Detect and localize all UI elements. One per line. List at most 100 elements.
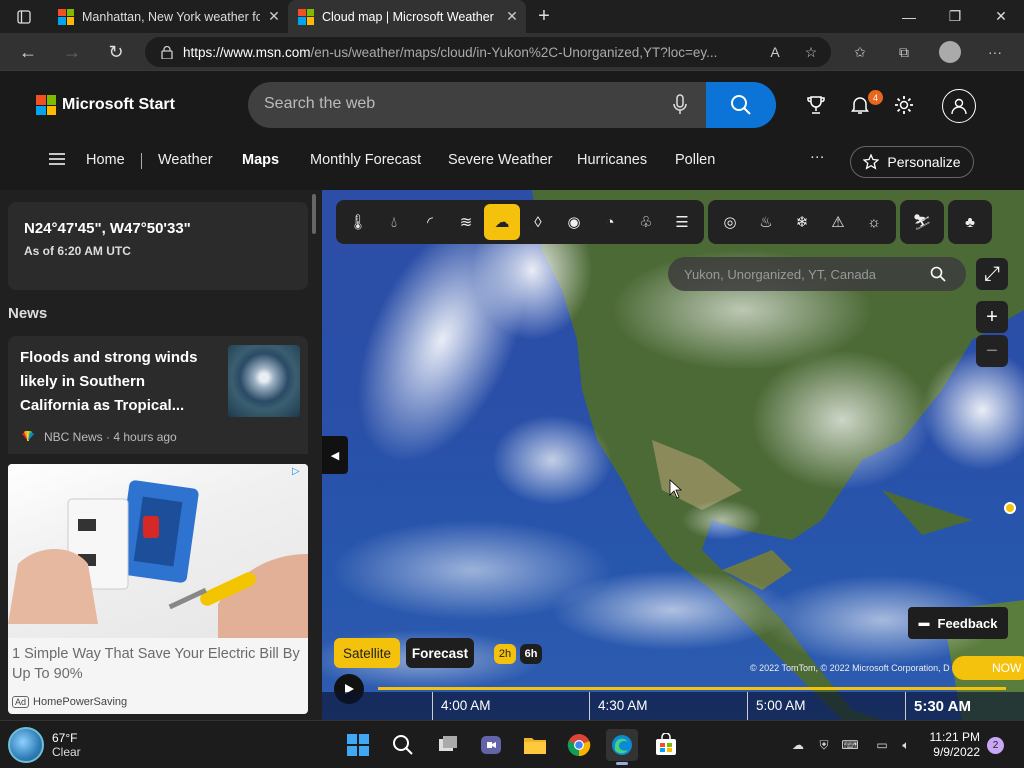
- pollen-icon[interactable]: ♧: [628, 204, 664, 240]
- security-shield-icon[interactable]: ⛨: [814, 735, 834, 755]
- visibility-icon[interactable]: ◉: [556, 204, 592, 240]
- nav-severe-weather[interactable]: Severe Weather: [448, 152, 553, 168]
- location-card[interactable]: N24°47'45", W47°50'33" As of 6:20 AM UTC: [8, 202, 308, 290]
- notification-count-badge[interactable]: 2: [987, 737, 1004, 754]
- tab-actions-icon[interactable]: [0, 0, 48, 33]
- interval-2h-button[interactable]: 2h: [494, 644, 516, 664]
- back-icon[interactable]: ←: [12, 37, 44, 67]
- maximize-icon[interactable]: ❐: [932, 0, 978, 33]
- forward-icon[interactable]: →: [56, 37, 88, 67]
- nav-maps[interactable]: Maps: [242, 152, 279, 168]
- task-view-icon[interactable]: [432, 729, 464, 761]
- start-windows-icon[interactable]: [342, 729, 374, 761]
- edge-icon[interactable]: [606, 729, 638, 765]
- time-tick[interactable]: 5:30 AM: [905, 692, 971, 720]
- radar-icon[interactable]: ◜: [412, 204, 448, 240]
- rewards-trophy-icon[interactable]: [804, 93, 828, 117]
- humidity-icon[interactable]: ◊: [520, 204, 556, 240]
- url-bar[interactable]: https://www.msn.com/en-us/weather/maps/c…: [145, 37, 831, 67]
- interval-6h-button[interactable]: 6h: [520, 644, 542, 664]
- hurricane-satellite-thumbnail[interactable]: [228, 345, 300, 417]
- zoom-out-button[interactable]: −: [976, 335, 1008, 367]
- time-tick[interactable]: 5:00 AM: [747, 692, 806, 720]
- weather-widget[interactable]: 67°F Clear: [8, 727, 81, 763]
- ad-text[interactable]: 1 Simple Way That Save Your Electric Bil…: [12, 644, 304, 684]
- fire-icon[interactable]: ♨︎: [748, 204, 784, 240]
- more-options-icon[interactable]: ···: [980, 37, 1010, 67]
- map-copyright: © 2022 TomTom, © 2022 Microsoft Corporat…: [750, 663, 950, 673]
- cloud-icon[interactable]: ☁︎: [484, 204, 520, 240]
- thermometer-icon[interactable]: 🌡︎: [340, 204, 376, 240]
- forecast-mode-button[interactable]: Forecast: [406, 638, 474, 668]
- microsoft-store-icon[interactable]: [650, 729, 682, 761]
- left-pane-scrollbar[interactable]: [312, 194, 316, 234]
- map-location-search[interactable]: Yukon, Unorganized, YT, Canada: [668, 257, 966, 291]
- teams-chat-icon[interactable]: [475, 729, 507, 761]
- hamburger-menu-icon[interactable]: [48, 152, 66, 170]
- file-explorer-icon[interactable]: [519, 729, 551, 761]
- display-icon[interactable]: ▭: [872, 735, 892, 755]
- close-window-icon[interactable]: ✕: [978, 0, 1024, 33]
- refresh-icon[interactable]: ↻: [100, 37, 132, 67]
- minimize-icon[interactable]: —: [886, 0, 932, 33]
- profile-avatar[interactable]: [935, 37, 965, 67]
- ski-icon[interactable]: ⛷︎: [904, 204, 940, 240]
- hurricane-icon[interactable]: ◎: [712, 204, 748, 240]
- system-clock[interactable]: 11:21 PM 9/9/2022: [928, 730, 980, 760]
- collapse-pane-button[interactable]: ◀: [322, 436, 348, 474]
- lock-icon[interactable]: [161, 45, 173, 59]
- volume-icon[interactable]: 🔈︎: [896, 735, 916, 755]
- new-tab-button[interactable]: +: [528, 0, 560, 33]
- collections-icon[interactable]: ⧉: [889, 37, 919, 67]
- fog-icon[interactable]: ☰: [664, 204, 700, 240]
- precipitation-icon[interactable]: 💧︎: [376, 204, 412, 240]
- advertisement-card[interactable]: ▷ 1 Simple Way That Save Your Electric B…: [8, 464, 308, 714]
- adchoices-icon[interactable]: ▷: [292, 466, 304, 478]
- search-button[interactable]: [706, 82, 776, 128]
- close-tab-icon[interactable]: ✕: [498, 8, 526, 25]
- msn-nav-bar: Home Weather Maps Monthly Forecast Sever…: [0, 143, 1024, 179]
- favorites-icon[interactable]: ✩: [845, 37, 875, 67]
- satellite-mode-button[interactable]: Satellite: [334, 638, 400, 668]
- time-tick[interactable]: 4:00 AM: [432, 692, 491, 720]
- microsoft-start-logo[interactable]: Microsoft Start: [36, 95, 175, 115]
- ad-image[interactable]: [8, 464, 308, 638]
- feedback-button[interactable]: ▬ Feedback: [908, 607, 1008, 639]
- time-tick[interactable]: 4:30 AM: [589, 692, 648, 720]
- close-tab-icon[interactable]: ✕: [260, 8, 288, 25]
- read-aloud-icon[interactable]: A: [760, 37, 790, 67]
- add-favorite-icon[interactable]: ☆: [796, 37, 826, 67]
- tab-manhattan-weather[interactable]: Manhattan, New York weather fo ✕: [48, 0, 288, 33]
- keyboard-icon[interactable]: ⌨︎: [840, 735, 860, 755]
- wind-icon[interactable]: ≋: [448, 204, 484, 240]
- web-search-box[interactable]: Search the web: [248, 82, 776, 128]
- nav-pollen[interactable]: Pollen: [675, 152, 715, 168]
- zoom-in-button[interactable]: +: [976, 301, 1008, 333]
- nav-more-button[interactable]: ···: [810, 149, 825, 165]
- news-card[interactable]: Floods and strong winds likely in Southe…: [8, 336, 308, 454]
- settings-gear-icon[interactable]: [892, 93, 916, 117]
- microsoft-logo-icon: [36, 95, 56, 115]
- tree-icon[interactable]: ♣︎: [952, 204, 988, 240]
- clock-time: 11:21 PM: [929, 730, 980, 744]
- warning-icon[interactable]: ⚠︎: [820, 204, 856, 240]
- timeline-track[interactable]: [378, 687, 1006, 690]
- news-headline[interactable]: Floods and strong winds likely in Southe…: [20, 346, 210, 418]
- onedrive-offline-icon[interactable]: ☁︎: [788, 735, 808, 755]
- nav-home[interactable]: Home: [86, 152, 125, 168]
- pressure-icon[interactable]: ◔: [592, 204, 628, 240]
- personalize-button[interactable]: Personalize: [850, 146, 974, 178]
- snow-icon[interactable]: ❄︎: [784, 204, 820, 240]
- search-icon[interactable]: [930, 266, 946, 282]
- fullscreen-expand-icon[interactable]: ⤢: [976, 258, 1008, 290]
- sun-icon[interactable]: ☼: [856, 204, 892, 240]
- tab-cloud-map[interactable]: Cloud map | Microsoft Weather ✕: [288, 0, 526, 33]
- account-avatar-icon[interactable]: [942, 89, 976, 123]
- search-icon[interactable]: [387, 729, 419, 761]
- nav-monthly-forecast[interactable]: Monthly Forecast: [310, 152, 421, 168]
- nav-hurricanes[interactable]: Hurricanes: [577, 152, 647, 168]
- chrome-icon[interactable]: [563, 729, 595, 761]
- now-marker[interactable]: NOW: [952, 656, 1024, 680]
- microphone-icon[interactable]: [672, 94, 688, 116]
- nav-weather[interactable]: Weather: [158, 152, 213, 168]
